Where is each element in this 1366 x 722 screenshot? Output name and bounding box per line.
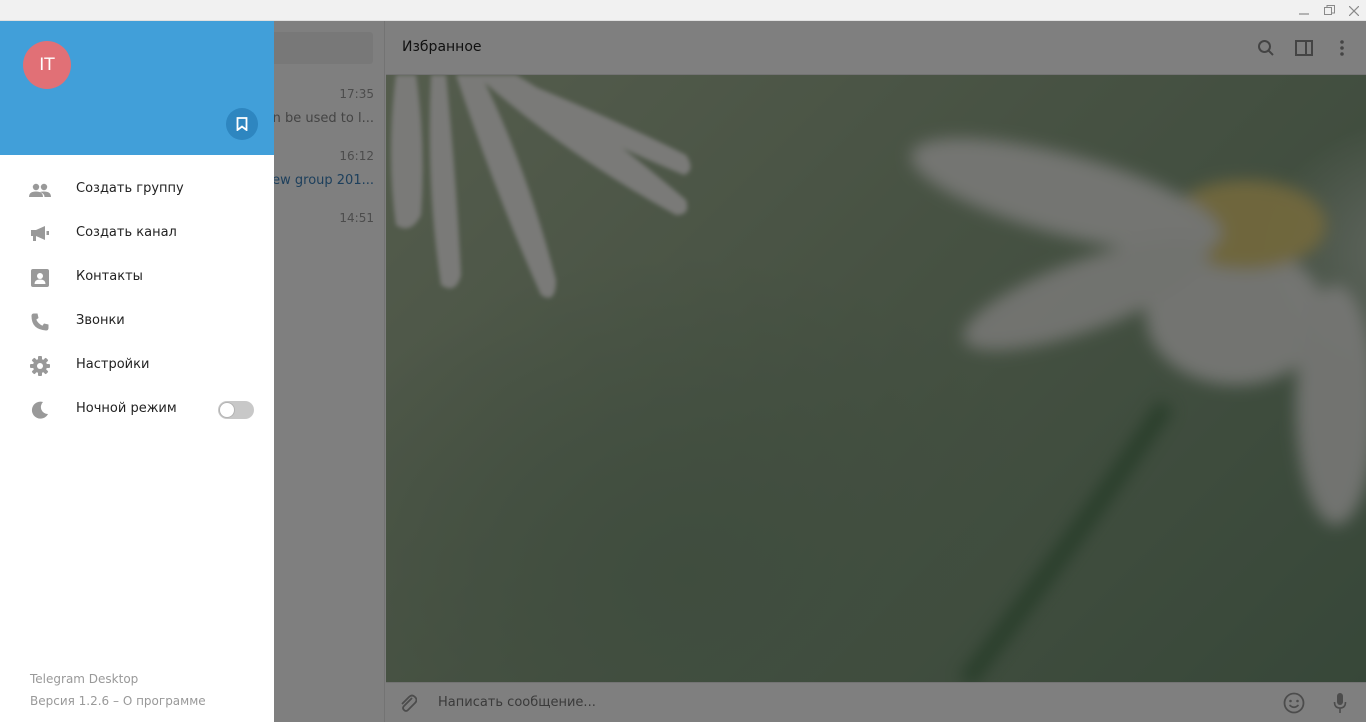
menu-item-label: Звонки [76,313,125,328]
drawer-footer: Telegram Desktop Версия 1.2.6 – О програ… [30,668,206,712]
menu-item-new-channel[interactable]: Создать канал [0,212,274,256]
menu-item-new-group[interactable]: Создать группу [0,168,274,212]
menu-item-contacts[interactable]: Контакты [0,256,274,300]
menu-item-label: Ночной режим [76,401,177,416]
minimize-button[interactable] [1291,0,1317,21]
restore-icon [1323,5,1335,15]
group-icon [28,178,52,202]
menu-item-label: Контакты [76,269,143,284]
saved-messages-button[interactable] [226,108,258,140]
gear-icon [28,354,52,378]
window-titlebar [0,0,1366,21]
version-about-link[interactable]: Версия 1.2.6 – О программе [30,690,206,712]
minimize-icon [1299,12,1309,15]
drawer-header: IT [0,21,274,155]
menu-item-night-mode[interactable]: Ночной режим [0,388,274,432]
menu-item-label: Создать канал [76,225,177,240]
menu-item-label: Настройки [76,357,150,372]
main-menu-drawer: IT Создать группу Создать канал Контакты… [0,21,274,722]
bookmark-icon [236,117,248,131]
megaphone-icon [28,222,52,246]
phone-icon [28,310,52,334]
close-icon [1349,5,1359,16]
maximize-button[interactable] [1316,0,1342,21]
moon-icon [28,398,52,422]
avatar[interactable]: IT [23,41,71,89]
toggle-knob [219,402,235,418]
close-button[interactable] [1341,0,1366,21]
night-mode-toggle[interactable] [218,401,254,419]
menu-item-settings[interactable]: Настройки [0,344,274,388]
menu-item-label: Создать группу [76,181,184,196]
contact-icon [28,266,52,290]
menu-item-calls[interactable]: Звонки [0,300,274,344]
app-name: Telegram Desktop [30,672,139,686]
